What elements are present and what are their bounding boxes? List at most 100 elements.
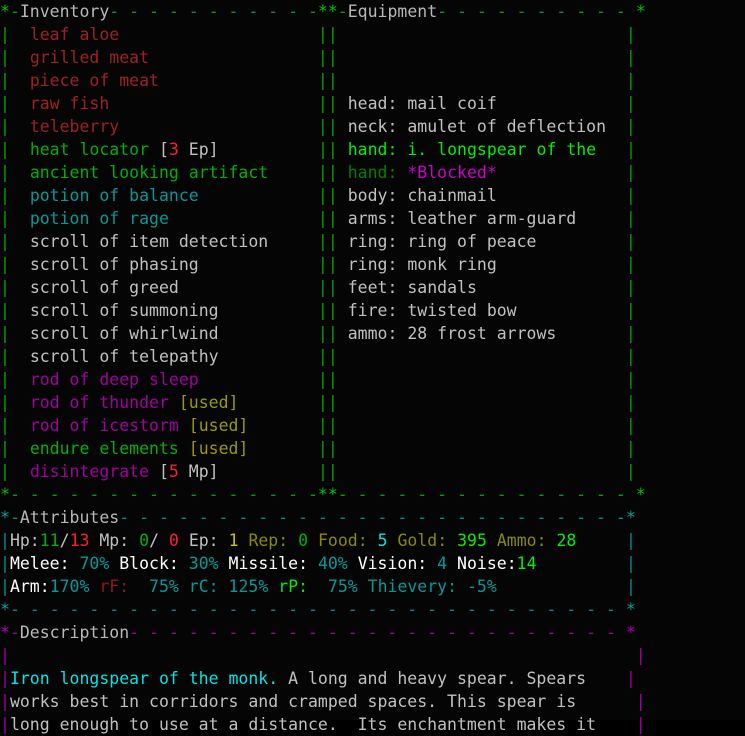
inventory-equipment-row: | potion of balance || body: chainmail | — [0, 184, 745, 207]
inventory-item-name[interactable]: rod of icestorm — [30, 416, 179, 435]
equipment-slot-value[interactable]: *Blocked* — [407, 163, 496, 182]
equipment-slot-value[interactable]: chainmail — [407, 186, 496, 205]
melee-label: Melee: — [9, 554, 80, 573]
inventory-item-name[interactable]: teleberry — [30, 117, 119, 136]
inventory-item-name[interactable]: raw fish — [30, 94, 109, 113]
equipment-corner-star: * — [317, 2, 328, 21]
inventory-item-name[interactable]: scroll of telepathy — [30, 347, 219, 366]
inventory-item-name[interactable]: scroll of phasing — [30, 255, 199, 274]
description-text-line: A long and heavy spear. Spears — [278, 669, 587, 688]
panel-title: Description — [19, 623, 130, 642]
panel-corner-star: * — [0, 623, 10, 642]
row-filler — [497, 163, 626, 182]
panel-vbar: | — [317, 393, 328, 412]
equipment-slot-label: ring — [347, 255, 388, 274]
description-text-line: works best in corridors and cramped spac… — [9, 692, 577, 711]
inventory-item-name[interactable]: scroll of whirlwind — [30, 324, 219, 343]
panel-vbar: | — [317, 163, 328, 182]
equipment-slot-value[interactable]: monk ring — [407, 255, 496, 274]
thievery-value: -5% — [466, 577, 497, 596]
panel-vbar: | — [0, 140, 10, 159]
row-filler — [199, 255, 318, 274]
equipment-slot-value[interactable]: mail coif — [407, 94, 496, 113]
inventory-equipment-row: | potion of rage || arms: leather arm-gu… — [0, 207, 745, 230]
panel-vbar: | — [625, 140, 636, 159]
mp-separator: / — [149, 531, 159, 550]
row-filler — [338, 416, 626, 435]
inventory-item-gap — [179, 439, 189, 458]
inventory-item-padding — [10, 25, 30, 44]
panel-vbar: | — [327, 140, 338, 159]
equipment-slot-value[interactable]: sandals — [407, 278, 477, 297]
inventory-item-name[interactable]: scroll of summoning — [30, 301, 219, 320]
missile-label: Missile: — [228, 554, 318, 573]
inventory-item-name[interactable]: ancient looking artifact — [30, 163, 268, 182]
rep-value: 0 — [298, 531, 309, 550]
equipment-slot-value[interactable]: i. longspear of the — [407, 140, 596, 159]
inventory-item-name[interactable]: scroll of greed — [30, 278, 179, 297]
equipment-slot-value[interactable]: ring of peace — [407, 232, 536, 251]
inventory-item-name[interactable]: rod of thunder — [30, 393, 169, 412]
mp-label: Mp: — [99, 531, 140, 550]
noise-value: 14 — [516, 554, 537, 573]
hp-separator: / — [59, 531, 70, 550]
resist-poison-label: rP: — [278, 577, 309, 596]
panel-vbar: | — [0, 71, 10, 90]
inventory-item-name[interactable]: potion of balance — [30, 186, 199, 205]
inventory-item-name[interactable]: scroll of item detection — [30, 232, 268, 251]
panel-vbar: | — [0, 416, 10, 435]
equipment-slot-label: feet — [347, 278, 388, 297]
inventory-equipment-row: | rod of thunder [used] || | — [0, 391, 745, 414]
gold-label: Gold: — [397, 531, 458, 550]
inventory-item-name[interactable]: heat locator — [30, 140, 149, 159]
inventory-item-name[interactable]: leaf aloe — [30, 25, 119, 44]
hp-max: 13 — [69, 531, 90, 550]
panel-vbar: | — [317, 370, 328, 389]
attributes-row-resists: |Arm:170% rF: 75% rC: 125% rP: 75% Thiev… — [0, 575, 745, 598]
row-filler — [576, 209, 626, 228]
inventory-item-name[interactable]: rod of deep sleep — [30, 370, 199, 389]
melee-value: 70% — [79, 554, 110, 573]
panel-vbar: | — [327, 301, 338, 320]
attributes-footer: *- - - - - - - - - - - - - - - - - - - -… — [0, 598, 745, 621]
hp-current: 11 — [39, 531, 60, 550]
panel-vbar: | — [0, 577, 10, 596]
equipment-slot-value[interactable]: leather arm-guard — [407, 209, 576, 228]
inventory-item-name[interactable]: endure elements — [30, 439, 179, 458]
panel-vbar: | — [317, 462, 328, 481]
equipment-slot-colon: : — [387, 232, 408, 251]
panel-vbar: | — [327, 347, 338, 366]
row-filler — [119, 25, 318, 44]
panel-title: Attributes — [19, 508, 120, 527]
inventory-title: Inventory — [19, 2, 110, 21]
row-filler — [338, 370, 626, 389]
equipment-padding — [338, 278, 348, 297]
inventory-corner-star: * — [0, 2, 10, 21]
inventory-item-name[interactable]: piece of meat — [30, 71, 159, 90]
panel-vbar: | — [327, 186, 338, 205]
panel-vbar: | — [0, 186, 10, 205]
panel-vbar: | — [635, 715, 646, 734]
inventory-item-name[interactable]: grilled meat — [30, 48, 149, 67]
equipment-slot-value[interactable]: amulet of deflection — [407, 117, 606, 136]
equipment-padding — [338, 232, 348, 251]
equipment-slot-value[interactable]: twisted bow — [407, 301, 516, 320]
equipment-padding — [338, 301, 348, 320]
row-filler — [109, 94, 318, 113]
row-filler — [338, 393, 626, 412]
inventory-item-used-tag: [used] — [188, 416, 249, 435]
panel-corner-star: * — [625, 508, 636, 527]
panel-vbar: | — [625, 232, 636, 251]
description-header: *-Description- - - - - - - - - - - - - -… — [0, 621, 745, 644]
inventory-equipment-row: | ancient looking artifact || hand: *Blo… — [0, 161, 745, 184]
equipment-slot-value[interactable]: 28 frost arrows — [407, 324, 556, 343]
inventory-item-name[interactable]: potion of rage — [30, 209, 169, 228]
block-value: 30% — [188, 554, 219, 573]
panel-vbar: | — [0, 324, 10, 343]
vision-value: 4 — [437, 554, 448, 573]
inventory-item-name[interactable]: disintegrate — [30, 462, 149, 481]
panel-vbar: | — [317, 186, 328, 205]
